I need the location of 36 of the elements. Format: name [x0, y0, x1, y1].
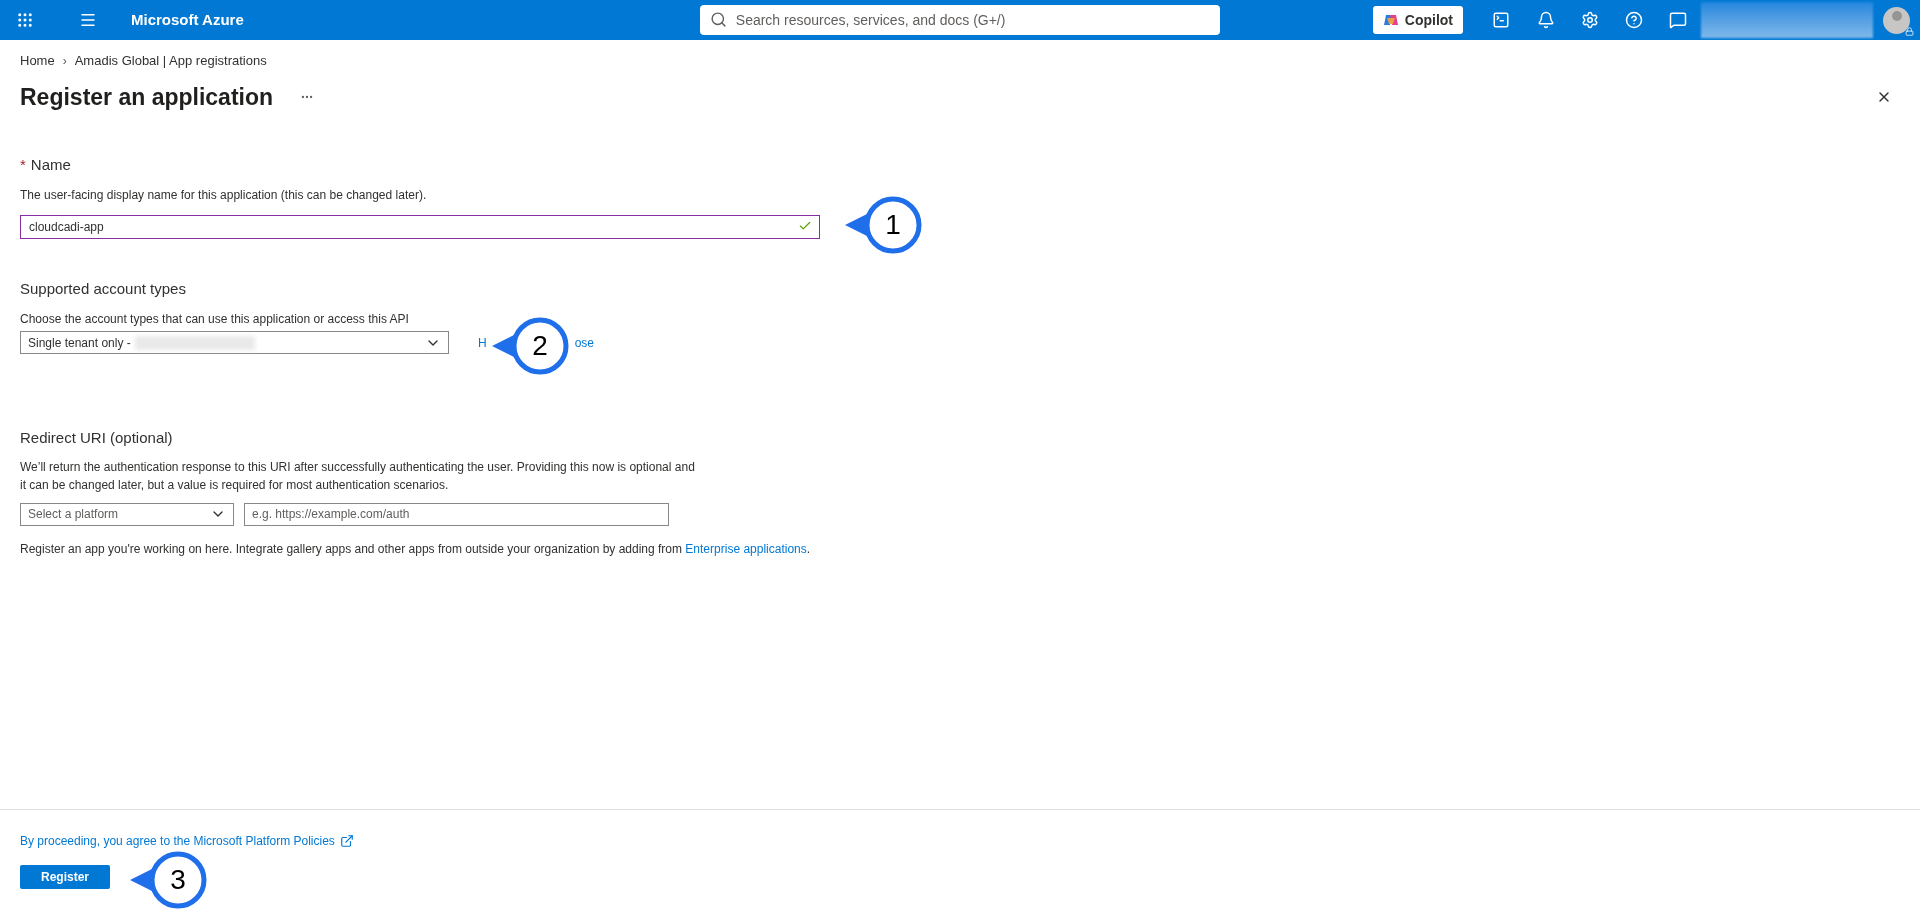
dropdown-placeholder: Select a platform — [28, 506, 119, 523]
redirect-description: We’ll return the authentication response to this URI after successfully authenticating the user. Providing this now is optional and it can be changed later, but a value is required for most authentication scenarios. — [20, 458, 696, 494]
account-types-description: Choose the account types that can use this application or access this API — [20, 311, 410, 328]
brand-name[interactable]: Microsoft Azure — [131, 8, 244, 32]
search-field[interactable]: Search resources, services, and docs (G+/) — [699, 5, 1220, 35]
help-icon[interactable] — [1625, 11, 1643, 29]
register-note: Register an app you're working on here. Integrate gallery apps and other apps from outside your organization by adding from Enterprise applications. — [20, 540, 812, 558]
breadcrumb-link[interactable]: Amadis Global | App registrations — [74, 51, 267, 71]
search-icon — [709, 11, 727, 28]
enterprise-applications-link[interactable]: Enterprise applications — [685, 541, 807, 556]
name-input-field[interactable]: cloudcadi-app — [20, 214, 820, 239]
account-type-dropdown[interactable]: Single tenant only - — [20, 331, 449, 354]
breadcrumb-separator: › — [62, 52, 67, 70]
external-link-icon[interactable] — [339, 834, 354, 848]
menu-icon[interactable] — [79, 11, 97, 29]
app-launcher-icon[interactable] — [16, 11, 34, 29]
settings-icon[interactable] — [1581, 11, 1599, 29]
section-heading: Supported account types — [20, 278, 187, 299]
help-link[interactable]: ose — [574, 333, 595, 352]
notifications-icon[interactable] — [1537, 11, 1555, 29]
terminal-icon[interactable] — [1492, 11, 1510, 29]
help-link[interactable]: H — [478, 333, 487, 352]
dropdown-value: Single tenant only - — [28, 334, 131, 352]
breadcrumb-link[interactable]: Home — [20, 51, 55, 71]
name-description: The user-facing display name for this application (this can be changed later). — [20, 186, 428, 204]
page-title: Register an application — [20, 82, 274, 112]
policy-link[interactable]: By proceeding, you agree to the Microsoft Platform Policies — [20, 832, 335, 850]
name-label: Name — [30, 155, 71, 175]
redirect-uri-field[interactable]: e.g. https://example.com/auth — [244, 502, 669, 526]
platform-dropdown[interactable]: Select a platform — [20, 502, 234, 526]
section-heading: Redirect URI (optional) — [20, 428, 174, 448]
register-button[interactable]: Register — [20, 865, 110, 889]
required-mark: * — [20, 155, 26, 175]
copilot-logo-icon — [1382, 12, 1399, 28]
copilot-button[interactable]: Copilot — [1372, 6, 1463, 34]
feedback-icon[interactable] — [1669, 11, 1687, 29]
